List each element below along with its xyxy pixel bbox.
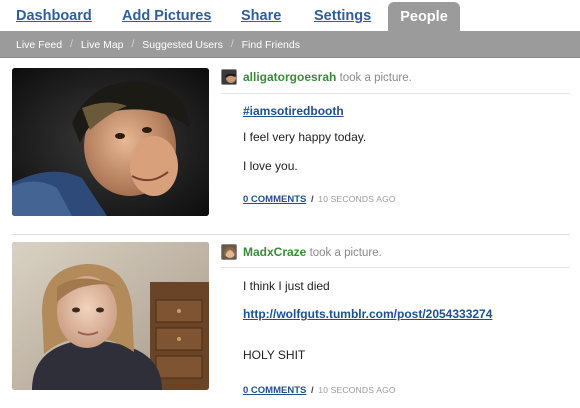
post-meta: 0 COMMENTS / 10 SECONDS AGO bbox=[243, 194, 396, 205]
post-action-text: took a picture. bbox=[339, 72, 412, 84]
post-action-text: took a picture. bbox=[309, 247, 382, 259]
subnav-live-feed[interactable]: Live Feed bbox=[16, 39, 62, 51]
top-nav: Dashboard Add Pictures Share Settings Pe… bbox=[0, 0, 580, 31]
post-timestamp: 10 SECONDS AGO bbox=[318, 194, 396, 204]
post-header: alligatorgoesrah took a picture. bbox=[243, 70, 412, 84]
avatar[interactable] bbox=[221, 244, 237, 260]
post-photo[interactable] bbox=[12, 242, 209, 390]
post-username[interactable]: alligatorgoesrah bbox=[243, 70, 336, 84]
subnav-separator: / bbox=[70, 39, 73, 50]
subnav-find-friends[interactable]: Find Friends bbox=[242, 39, 300, 51]
comments-link[interactable]: 0 COMMENTS bbox=[243, 385, 306, 396]
post-header: MadxCraze took a picture. bbox=[243, 245, 382, 259]
meta-separator: / bbox=[310, 385, 314, 396]
live-feed: alligatorgoesrah took a picture. #iamsot… bbox=[0, 58, 580, 408]
subnav-suggested-users[interactable]: Suggested Users bbox=[142, 39, 223, 51]
post-divider bbox=[221, 267, 570, 268]
subnav-live-map[interactable]: Live Map bbox=[81, 39, 124, 51]
comments-link[interactable]: 0 COMMENTS bbox=[243, 194, 306, 205]
subnav-separator: / bbox=[230, 39, 234, 50]
post-username[interactable]: MadxCraze bbox=[243, 245, 306, 259]
tab-settings[interactable]: Settings bbox=[314, 8, 371, 24]
post-separator bbox=[12, 234, 570, 235]
meta-separator: / bbox=[310, 194, 314, 205]
post-text-line: I think I just died bbox=[243, 279, 330, 293]
post-text-line: HOLY SHIT bbox=[243, 348, 306, 362]
post-link[interactable]: http://wolfguts.tumblr.com/post/20543332… bbox=[243, 307, 492, 321]
tab-people[interactable]: People bbox=[388, 2, 460, 31]
post-timestamp: 10 SECONDS AGO bbox=[318, 385, 396, 395]
post-photo[interactable] bbox=[12, 68, 209, 216]
tab-share[interactable]: Share bbox=[241, 8, 281, 24]
post-text-line: I feel very happy today. bbox=[243, 130, 367, 144]
post-text-line: I love you. bbox=[243, 159, 298, 173]
post-divider bbox=[221, 93, 570, 94]
post-meta: 0 COMMENTS / 10 SECONDS AGO bbox=[243, 385, 396, 396]
tab-add-pictures[interactable]: Add Pictures bbox=[122, 8, 211, 24]
subnav-separator: / bbox=[131, 39, 135, 50]
avatar[interactable] bbox=[221, 69, 237, 85]
sub-nav: Live Feed / Live Map / Suggested Users /… bbox=[0, 31, 580, 58]
tab-dashboard[interactable]: Dashboard bbox=[16, 8, 92, 24]
post-hashtag[interactable]: #iamsotiredbooth bbox=[243, 104, 344, 118]
